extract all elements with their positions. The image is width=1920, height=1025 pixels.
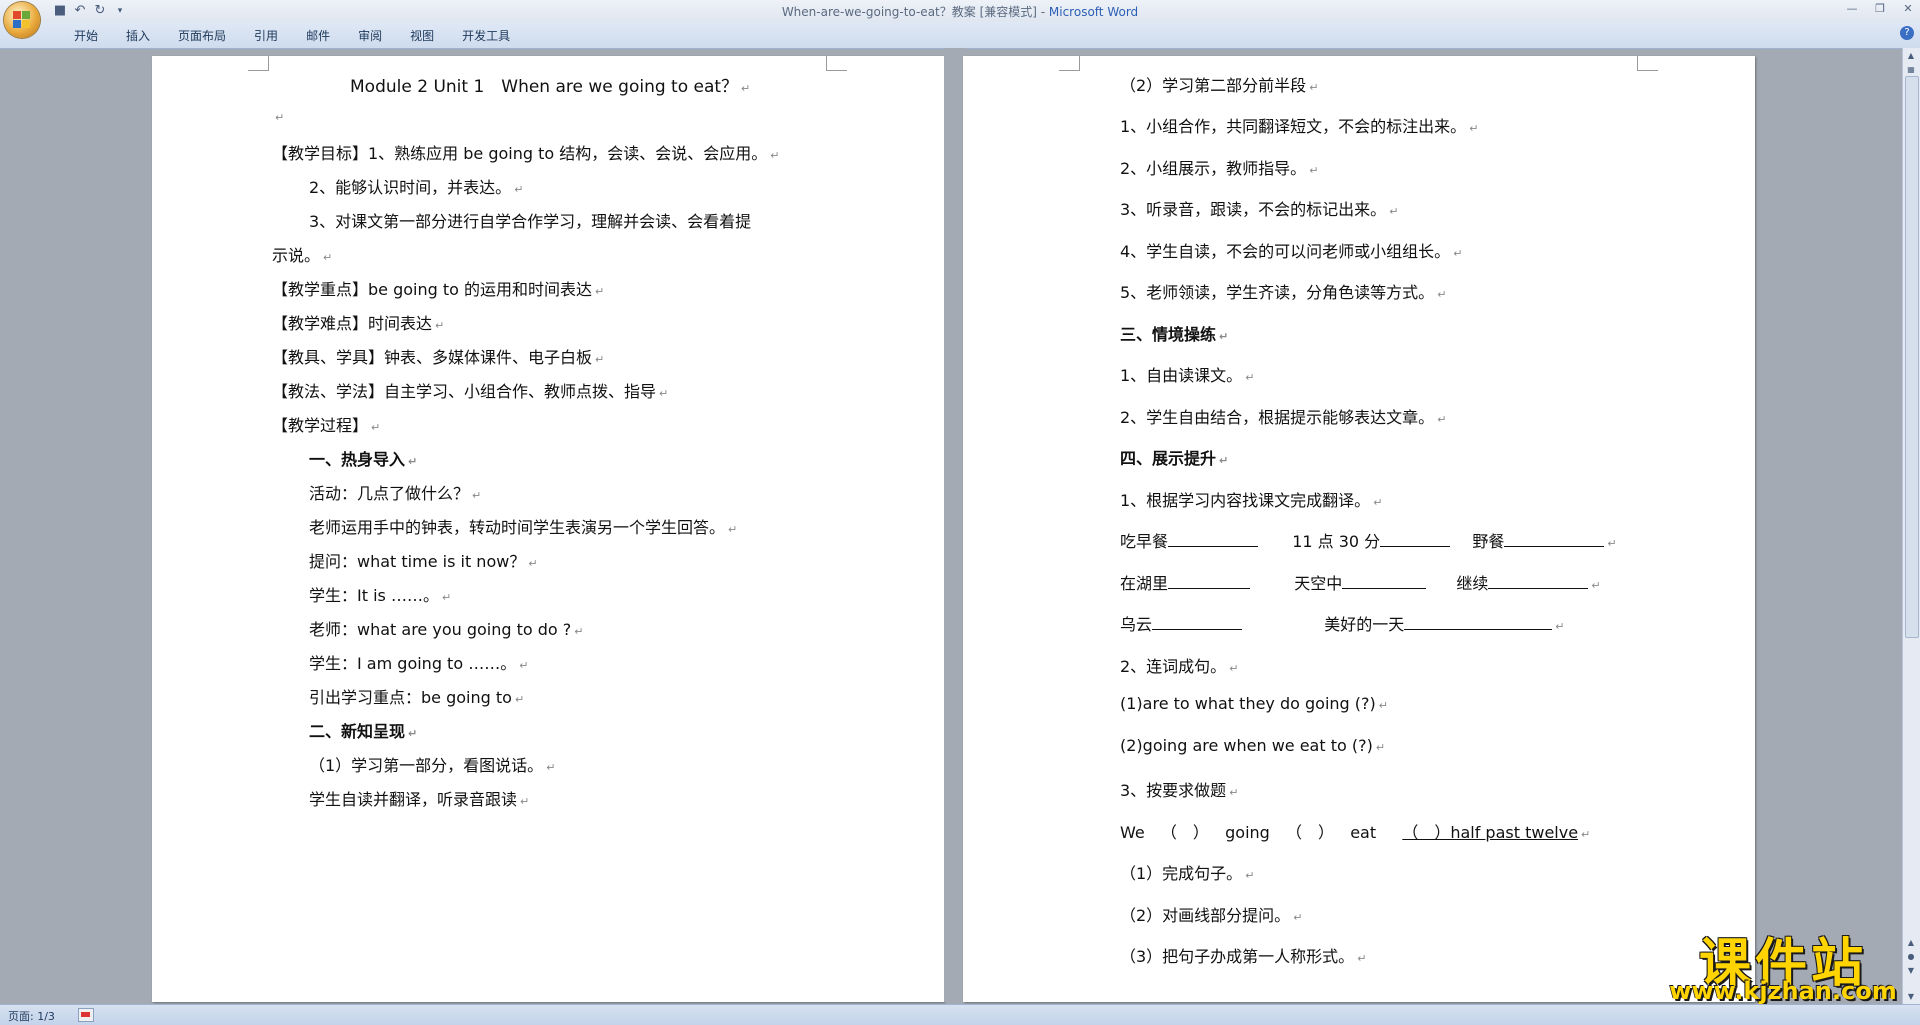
office-button[interactable] bbox=[4, 2, 40, 38]
text-line: 示说。 ↵ bbox=[272, 246, 333, 265]
text-line: 2、连词成句。 ↵ bbox=[1120, 657, 1239, 676]
browse-object-icon[interactable]: ● bbox=[1905, 951, 1917, 963]
text-line: 1、根据学习内容找课文完成翻译。 ↵ bbox=[1120, 491, 1383, 510]
document-page-2[interactable]: （2）学习第二部分前半段 ↵ 1、小组合作，共同翻译短文，不会的标注出来。 ↵ 2、… bbox=[963, 56, 1755, 1002]
text-line: 【教具、学具】钟表、多媒体课件、电子白板 ↵ bbox=[272, 348, 605, 367]
text-line: 学生：I am going to ……。 ↵ bbox=[309, 654, 529, 673]
tab-insert[interactable]: 插入 bbox=[112, 27, 164, 44]
scrollbar-thumb[interactable] bbox=[1905, 76, 1919, 638]
status-bar: 页面: 1/3 bbox=[0, 1004, 1920, 1025]
crop-mark bbox=[248, 56, 269, 71]
underlined-phrase: （ ）half past twelve bbox=[1402, 823, 1579, 842]
tab-home[interactable]: 开始 bbox=[60, 27, 112, 44]
text-line: 1、自由读课文。 ↵ bbox=[1120, 366, 1255, 385]
text-line: （1）完成句子。 ↵ bbox=[1120, 864, 1255, 883]
title-bar: ■ ↶ ↻ ▾ When-are-we-going-to-eat？教案 [兼容模… bbox=[0, 0, 1920, 22]
section-heading: 三、情境操练 ↵ bbox=[1120, 325, 1229, 344]
exercise-sentence: We （ ） going （ ） eat （ ）half past twelve… bbox=[1120, 823, 1591, 842]
text-line: 【教法、学法】自主学习、小组合作、教师点拨、指导 ↵ bbox=[272, 382, 669, 401]
restore-icon[interactable]: ❐ bbox=[1872, 2, 1888, 15]
tab-references[interactable]: 引用 bbox=[240, 27, 292, 44]
text-line: 学生：It is ……。 ↵ bbox=[309, 586, 452, 605]
scroll-down-icon[interactable]: ▼ bbox=[1905, 991, 1917, 1003]
section-heading: 四、展示提升 ↵ bbox=[1120, 449, 1229, 468]
text-line: （2）对画线部分提问。 ↵ bbox=[1120, 906, 1303, 925]
office-logo-icon bbox=[13, 11, 31, 29]
text-line: 【教学目标】1、熟练应用 be going to 结构，会读、会说、会应用。 ↵ bbox=[272, 144, 780, 163]
text-line: 3、按要求做题 ↵ bbox=[1120, 781, 1239, 800]
answer-blank[interactable] bbox=[1168, 574, 1251, 589]
text-line: （3）把句子办成第一人称形式。 ↵ bbox=[1120, 947, 1367, 966]
tab-page-layout[interactable]: 页面布局 bbox=[164, 27, 240, 44]
answer-blank[interactable] bbox=[1152, 615, 1243, 630]
proofing-status-icon[interactable] bbox=[78, 1008, 94, 1022]
text-line: 引出学习重点：be going to ↵ bbox=[309, 688, 525, 707]
translate-row-3: 乌云 美好的一天 ↵ bbox=[1120, 615, 1565, 634]
help-icon[interactable]: ? bbox=[1900, 26, 1914, 40]
answer-blank[interactable] bbox=[1168, 532, 1259, 547]
watermark-url: www.kjzhan.com bbox=[1669, 977, 1897, 1005]
ribbon: 开始 插入 页面布局 引用 邮件 审阅 视图 开发工具 ? bbox=[0, 22, 1920, 49]
translate-row-2: 在湖里 天空中 继续 ↵ bbox=[1120, 574, 1601, 593]
tab-developer[interactable]: 开发工具 bbox=[448, 27, 524, 44]
window-title: When-are-we-going-to-eat？教案 [兼容模式] - Mic… bbox=[0, 3, 1920, 20]
document-title-line: Module 2 Unit 1 When are we going to eat… bbox=[350, 77, 739, 97]
text-line: 2、小组展示，教师指导。 ↵ bbox=[1120, 159, 1319, 178]
answer-blank[interactable] bbox=[1342, 574, 1427, 589]
text-line: 3、听录音，跟读，不会的标记出来。 ↵ bbox=[1120, 200, 1399, 219]
page-number-indicator[interactable]: 页面: 1/3 bbox=[8, 1008, 55, 1024]
crop-mark bbox=[1059, 56, 1080, 71]
text-line: 【教学重点】be going to 的运用和时间表达 ↵ bbox=[272, 280, 605, 299]
ruler-toggle-icon[interactable]: ▦ bbox=[1905, 64, 1917, 76]
text-line: 老师运用手中的钟表，转动时间学生表演另一个学生回答。 ↵ bbox=[309, 518, 738, 537]
text-line: 4、学生自读，不会的可以问老师或小组组长。 ↵ bbox=[1120, 242, 1463, 261]
section-heading: 一、热身导入 ↵ bbox=[309, 450, 418, 469]
text-line: 3、对课文第一部分进行自学合作学习，理解并会读、会看着提 bbox=[309, 212, 752, 231]
close-icon[interactable]: ✕ bbox=[1900, 2, 1916, 15]
answer-blank[interactable] bbox=[1488, 574, 1589, 589]
text-line: 1、小组合作，共同翻译短文，不会的标注出来。 ↵ bbox=[1120, 117, 1479, 136]
ribbon-tabs: 开始 插入 页面布局 引用 邮件 审阅 视图 开发工具 bbox=[60, 27, 524, 44]
section-heading: 二、新知呈现 ↵ bbox=[309, 722, 418, 741]
next-page-icon[interactable]: ▼ bbox=[1905, 965, 1917, 977]
text-line: （2）学习第二部分前半段 ↵ bbox=[1120, 76, 1319, 95]
tab-mailings[interactable]: 邮件 bbox=[292, 27, 344, 44]
answer-blank[interactable] bbox=[1404, 615, 1553, 630]
tab-view[interactable]: 视图 bbox=[396, 27, 448, 44]
text-line: 【教学过程】 ↵ bbox=[272, 416, 381, 435]
text-line: 2、能够认识时间，并表达。 ↵ bbox=[309, 178, 524, 197]
crop-mark bbox=[826, 56, 847, 71]
text-line: 【教学难点】时间表达 ↵ bbox=[272, 314, 445, 333]
vertical-scrollbar[interactable]: ▲ ▦ ▲ ● ▼ ▼ bbox=[1902, 48, 1920, 1005]
text-line: (2)going are when we eat to (?) ↵ bbox=[1120, 736, 1386, 755]
text-line: 5、老师领读，学生齐读，分角色读等方式。 ↵ bbox=[1120, 283, 1447, 302]
text-line: 2、学生自由结合，根据提示能够表达文章。 ↵ bbox=[1120, 408, 1447, 427]
crop-mark bbox=[1637, 56, 1658, 71]
document-page-1[interactable]: Module 2 Unit 1 When are we going to eat… bbox=[152, 56, 944, 1002]
watermark-logo: 课件站 www.kjzhan.com bbox=[1668, 921, 1898, 1005]
text-line: 老师：what are you going to do ? ↵ bbox=[309, 620, 584, 639]
translate-row-1: 吃早餐 11 点 30 分 野餐 ↵ bbox=[1120, 532, 1617, 551]
minimize-icon[interactable]: — bbox=[1844, 2, 1860, 15]
answer-blank[interactable] bbox=[1380, 532, 1451, 547]
text-line: 学生自读并翻译，听录音跟读 ↵ bbox=[309, 790, 530, 809]
previous-page-icon[interactable]: ▲ bbox=[1905, 937, 1917, 949]
text-line: 活动：几点了做什么？ ↵ bbox=[309, 484, 482, 503]
document-title: When-are-we-going-to-eat？教案 [兼容模式] - bbox=[781, 5, 1049, 19]
text-line: 提问：what time is it now？ ↵ bbox=[309, 552, 538, 571]
answer-blank[interactable] bbox=[1504, 532, 1605, 547]
window-controls: — ❐ ✕ bbox=[1844, 2, 1916, 15]
scroll-up-icon[interactable]: ▲ bbox=[1905, 50, 1917, 62]
app-name: Microsoft Word bbox=[1048, 5, 1139, 19]
tab-review[interactable]: 审阅 bbox=[344, 27, 396, 44]
text-line: (1)are to what they do going (?) ↵ bbox=[1120, 694, 1388, 713]
text-line: （1）学习第一部分，看图说话。 ↵ bbox=[309, 756, 556, 775]
